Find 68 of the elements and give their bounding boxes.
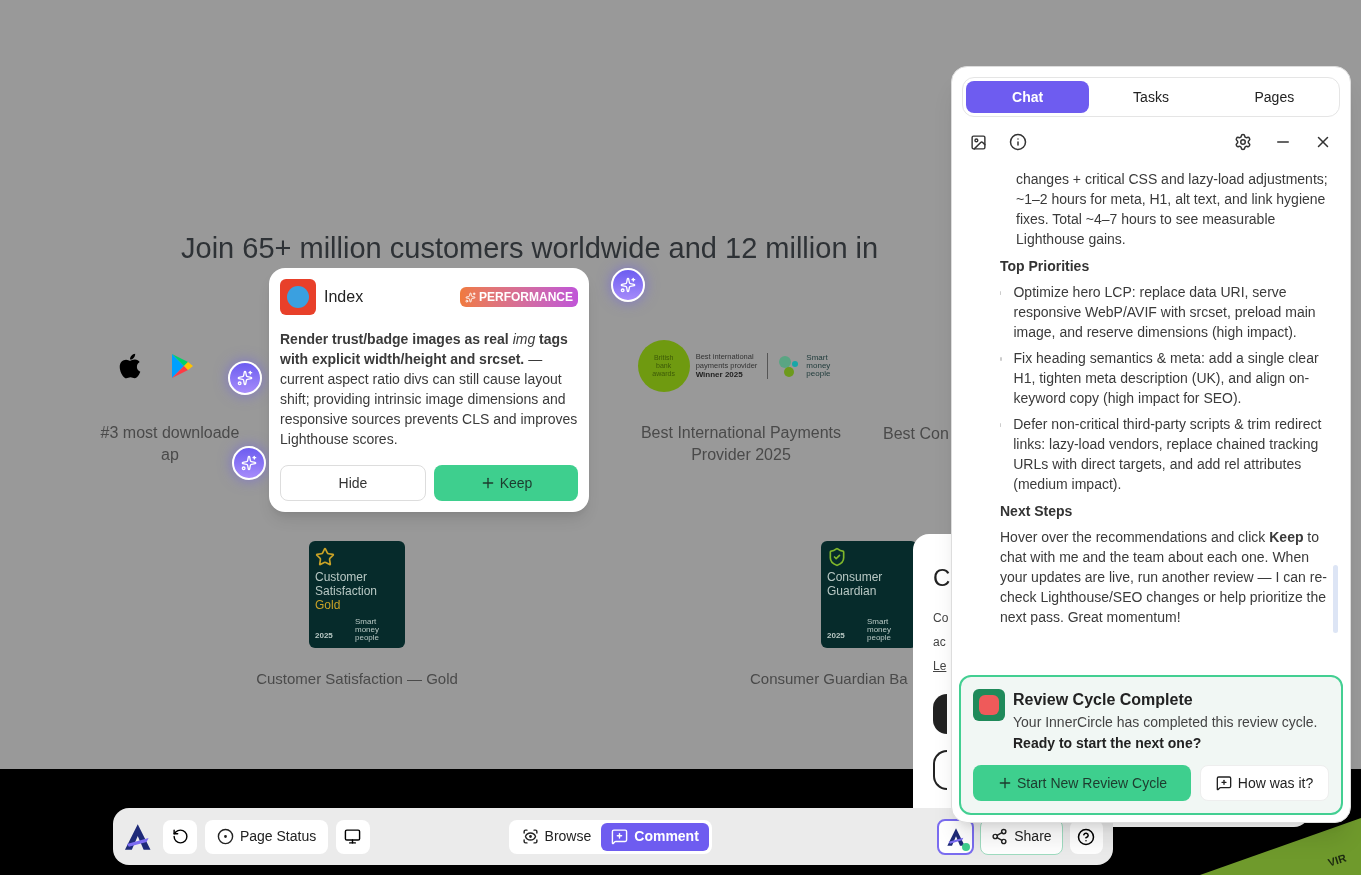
award-caption: Best Con bbox=[883, 425, 949, 442]
message-heading: Top Priorities bbox=[1000, 257, 1091, 276]
popover-title: Index bbox=[324, 287, 364, 307]
message-text: Optimize hero LCP: replace data URI, serve responsive WebP/AVIF with srcset, preload main image, and reserve dimensions (high impact). bbox=[1013, 283, 1317, 342]
category-tag: PERFORMANCE bbox=[460, 287, 578, 307]
award-logo-winner: Winner 2025 bbox=[695, 370, 744, 380]
keep-button[interactable]: Keep bbox=[434, 465, 578, 501]
award-badge: Consumer Guardian 2025 Smart money people bbox=[821, 541, 917, 648]
mode-tab[interactable]: Browse bbox=[511, 822, 602, 851]
hide-button[interactable]: Hide bbox=[280, 465, 426, 501]
info-icon[interactable] bbox=[1009, 133, 1027, 151]
award-caption: Provider 2025 bbox=[691, 445, 791, 465]
logo-icon bbox=[945, 826, 966, 847]
panel-tab[interactable]: Pages bbox=[1212, 81, 1336, 113]
sparkles-icon bbox=[237, 370, 253, 386]
award-badge: Customer Satisfaction Gold 2025 Smart money people bbox=[309, 541, 405, 648]
message-heading: Next Steps bbox=[1000, 502, 1074, 521]
start-review-button[interactable]: Start New Review Cycle bbox=[973, 765, 1191, 801]
dialog-button[interactable] bbox=[933, 750, 947, 790]
monitor-icon bbox=[344, 828, 362, 845]
image-icon[interactable] bbox=[970, 133, 987, 151]
dialog-text: Co bbox=[933, 610, 949, 627]
sparkle-icon bbox=[465, 291, 476, 303]
scrollbar-thumb[interactable] bbox=[1333, 565, 1338, 633]
award-caption: #3 most downloade bbox=[100, 423, 240, 443]
page-heading: Join 65+ million customers worldwide and 12 million in bbox=[181, 231, 879, 266]
message-text: Defer non-critical third-party scripts & trim redirect links: lazy-load vendors, replace chained tracking URLs with direct targets, and add rel attributes (medium impact). bbox=[1013, 415, 1323, 494]
play-store-icon bbox=[170, 353, 194, 379]
dialog-text: ac bbox=[933, 634, 946, 651]
review-text: Your InnerCircle has completed this review cycle. bbox=[1013, 713, 1318, 732]
award-caption: Customer Satisfaction — Gold bbox=[256, 669, 458, 689]
agent-button[interactable] bbox=[936, 818, 975, 855]
award-caption: ap bbox=[161, 445, 179, 465]
help-icon bbox=[1077, 827, 1096, 846]
refresh-button[interactable] bbox=[163, 819, 197, 854]
share-icon bbox=[991, 828, 1009, 845]
comment-plus-icon bbox=[1215, 775, 1232, 791]
shield-icon bbox=[827, 547, 847, 567]
panel-tab[interactable]: Tasks bbox=[1089, 81, 1213, 113]
dialog-link[interactable]: Le bbox=[933, 654, 947, 678]
comment-plus-icon bbox=[611, 828, 629, 845]
dialog-button[interactable] bbox=[933, 694, 947, 734]
sparkles-icon bbox=[241, 455, 257, 471]
eye-icon bbox=[521, 828, 539, 845]
message-text: Fix heading semantics & meta: add a single clear H1, tighten meta description (UK), and align on-keyword copy (high impact for SEO). bbox=[1013, 349, 1320, 408]
monitor-button[interactable] bbox=[336, 819, 370, 854]
dialog-title: C bbox=[933, 563, 951, 593]
panel-tab[interactable]: Chat bbox=[966, 81, 1090, 113]
feedback-button[interactable]: How was it? bbox=[1200, 765, 1329, 801]
partner-logo-text: Smart money people bbox=[806, 354, 832, 378]
dots-logo-icon bbox=[778, 355, 801, 377]
settings-icon[interactable] bbox=[1234, 133, 1252, 151]
banner-text: VIR bbox=[1325, 850, 1349, 871]
avatar-image bbox=[973, 689, 1005, 721]
page-status-button[interactable]: Page Status bbox=[204, 819, 329, 854]
mode-tab[interactable]: Comment bbox=[601, 822, 709, 851]
review-title: Review Cycle Complete bbox=[1013, 690, 1194, 710]
message-text: changes + critical CSS and lazy-load adjustments; ~1–2 hours for meta, H1, alt text, and link hygiene fixes. Total ~4–7 hours to see measurable Lighthouse gains. bbox=[1015, 170, 1329, 249]
recommendation-text: Render trust/badge images as real img tags with explicit width/height and srcset. — current aspect ratio divs can still cause layout shift; providing intrinsic image dimensions and responsive sources prevents CLS and improves Lighthouse scores. bbox=[280, 330, 578, 449]
award-caption: Best International Payments bbox=[640, 423, 842, 443]
message-text: Hover over the recommendations and click Keep to chat with me and the team about each one. When your updates are live, run another review — I can re-check Lighthouse/SEO changes or help prioritize the next pass. Great momentum! bbox=[1000, 528, 1328, 627]
refresh-icon bbox=[171, 828, 189, 845]
sparkles-icon bbox=[620, 277, 636, 293]
award-caption: Consumer Guardian Ba bbox=[750, 669, 908, 689]
review-question: Ready to start the next one? bbox=[1013, 734, 1203, 753]
star-icon bbox=[315, 547, 335, 567]
avatar-image bbox=[280, 279, 316, 315]
target-icon bbox=[216, 828, 234, 845]
